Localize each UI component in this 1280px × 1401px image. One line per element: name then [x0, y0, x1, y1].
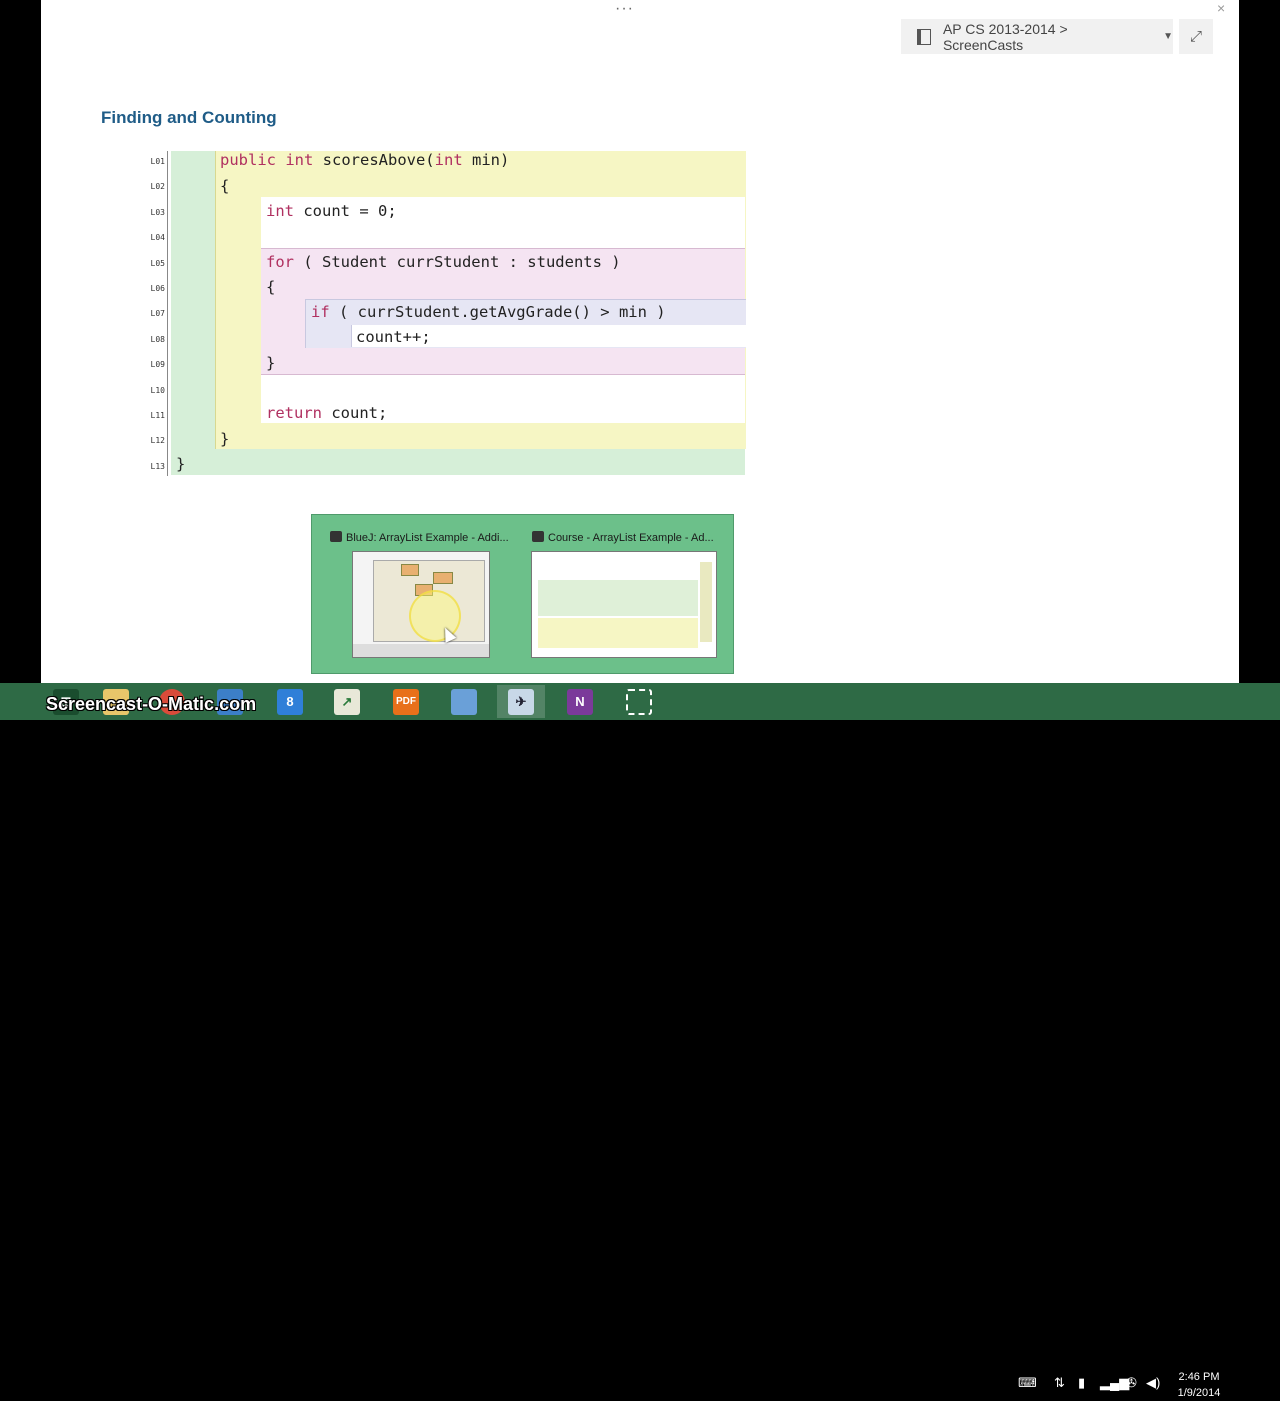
battery-icon[interactable]: ▮: [1078, 1375, 1085, 1391]
clock-time: 2:46 PM: [1178, 1371, 1220, 1383]
pdf-icon: PDF: [393, 688, 419, 715]
network-icon: [451, 688, 477, 715]
code-line: }: [220, 430, 230, 448]
taskbar-snipping-tool[interactable]: [615, 685, 663, 718]
line-number: L09: [150, 360, 165, 369]
left-letterbox: [0, 0, 41, 683]
code-line: {: [220, 177, 230, 195]
chevron-down-icon: ▼: [1163, 31, 1173, 42]
network-tray-icon[interactable]: ✇: [1126, 1375, 1137, 1391]
code-snippet: L01 L02 L03 L04 L05 L06 L07 L08 L09 L10 …: [145, 151, 746, 476]
taskbar-project[interactable]: ↗: [323, 685, 371, 718]
line-number: L13: [150, 462, 165, 471]
taskbar-clock[interactable]: 2:46 PM 1/9/2014: [1168, 1369, 1230, 1401]
keyboard-icon[interactable]: ⌨: [1018, 1375, 1037, 1391]
code-line: int count = 0;: [266, 202, 397, 220]
preview-title-bluej[interactable]: BlueJ: ArrayList Example - Addi...: [330, 531, 512, 544]
preview-thumbnail-course[interactable]: [531, 551, 717, 658]
onenote-icon: N: [567, 688, 593, 715]
close-icon[interactable]: ×: [1217, 0, 1225, 16]
notebook-breadcrumb: AP CS 2013-2014 > ScreenCasts: [942, 20, 1068, 53]
line-number: L06: [150, 284, 165, 293]
more-options-button[interactable]: ···: [615, 0, 634, 18]
line-number: L05: [150, 259, 165, 268]
line-number: L04: [150, 233, 165, 242]
taskbar-preview-popup: BlueJ: ArrayList Example - Addi... Cours…: [311, 514, 734, 674]
snipping-icon: [626, 688, 652, 715]
code-line: {: [266, 278, 276, 296]
bluej-bird-icon: ✈: [508, 688, 534, 715]
taskbar-onenote[interactable]: N: [556, 685, 604, 718]
chart-icon: ↗: [334, 688, 360, 715]
preview-title-course[interactable]: Course - ArrayList Example - Ad...: [532, 531, 722, 544]
clock-date: 1/9/2014: [1177, 1387, 1221, 1399]
line-number: L12: [150, 436, 165, 445]
code-line: count++;: [356, 328, 431, 346]
volume-icon[interactable]: ◀): [1146, 1375, 1160, 1391]
code-line: }: [266, 354, 276, 372]
line-number: L03: [150, 208, 165, 217]
line-number: L01: [150, 157, 165, 166]
notebook-icon: [917, 28, 931, 45]
line-number: L02: [150, 182, 165, 191]
taskbar-calendar[interactable]: 8: [266, 685, 314, 718]
notebook-selector[interactable]: AP CS 2013-2014 > ScreenCasts ▼: [901, 19, 1173, 54]
page-title: Finding and Counting: [101, 108, 277, 127]
taskbar-pdf[interactable]: PDF: [382, 685, 430, 718]
bluej-icon: [330, 531, 342, 542]
taskbar-bluej[interactable]: ✈: [497, 685, 545, 718]
code-line: for ( Student currStudent : students ): [266, 253, 621, 271]
line-number: L11: [150, 411, 165, 420]
line-number: L07: [150, 309, 165, 318]
bluej-icon: [532, 531, 544, 542]
fullscreen-button[interactable]: ⤢: [1179, 19, 1213, 54]
tray-arrow-icon[interactable]: ⇅: [1054, 1375, 1065, 1391]
code-line: return count;: [266, 404, 388, 422]
code-line: public int scoresAbove(int min): [220, 151, 510, 169]
taskbar-network[interactable]: [440, 685, 488, 718]
line-number: L10: [150, 386, 165, 395]
code-line: if ( currStudent.getAvgGrade() > min ): [311, 303, 666, 321]
line-number: L08: [150, 335, 165, 344]
recorder-watermark: Screencast-O-Matic.com: [46, 694, 257, 714]
right-letterbox: [1239, 0, 1280, 683]
calendar-icon: 8: [277, 688, 303, 715]
signal-icon[interactable]: ▂▄▆: [1100, 1375, 1129, 1391]
code-line: }: [176, 455, 186, 473]
